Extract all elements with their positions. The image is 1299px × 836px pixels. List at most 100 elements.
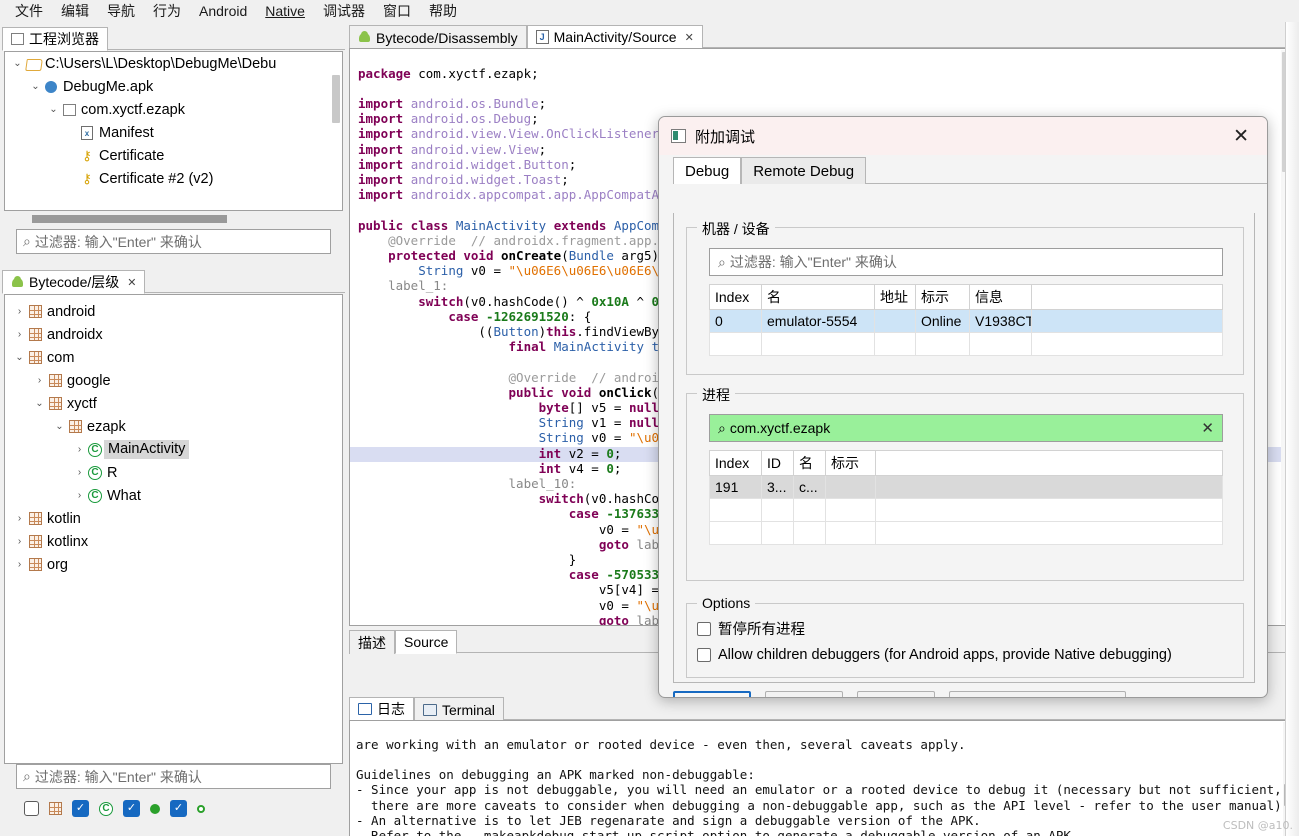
- filter-checkbox[interactable]: [24, 801, 39, 816]
- tab-project-explorer[interactable]: 工程浏览器: [2, 27, 108, 51]
- method-dot-icon[interactable]: [150, 803, 160, 814]
- column-header-info[interactable]: 信息: [969, 284, 1032, 310]
- twisty-icon[interactable]: ⌄: [33, 398, 46, 409]
- attach-button[interactable]: 附上: [673, 691, 751, 697]
- menu-item-file[interactable]: 文件: [6, 0, 52, 22]
- twisty-icon[interactable]: ›: [13, 559, 26, 570]
- twisty-icon[interactable]: ⌄: [47, 104, 60, 115]
- table-row[interactable]: 0 emulator-5554 Online V1938CT: [709, 309, 1223, 333]
- table-row[interactable]: [709, 521, 1223, 545]
- project-tree-vscrollbar[interactable]: [331, 53, 341, 209]
- help-button[interactable]: 帮助: [857, 691, 935, 697]
- column-header-index[interactable]: Index: [709, 284, 762, 310]
- menu-item-native[interactable]: Native: [256, 0, 314, 22]
- filter-toggle-fields[interactable]: ✓: [123, 800, 140, 817]
- tree-item-package[interactable]: ⌄ com.xyctf.ezapk: [5, 98, 342, 121]
- processes-table[interactable]: Index ID 名 标示 191 3... c...: [709, 450, 1223, 545]
- close-icon[interactable]: ✕: [1227, 125, 1255, 148]
- table-row[interactable]: [709, 332, 1223, 356]
- column-header-index[interactable]: Index: [709, 450, 762, 476]
- column-header-name[interactable]: 名: [761, 284, 875, 310]
- menu-item-window[interactable]: 窗口: [374, 0, 420, 22]
- table-row[interactable]: [709, 498, 1223, 522]
- twisty-icon[interactable]: ›: [13, 513, 26, 524]
- menu-item-help[interactable]: 帮助: [420, 0, 466, 22]
- twisty-icon[interactable]: ›: [73, 467, 86, 478]
- tab-debug[interactable]: Debug: [673, 157, 742, 184]
- hierarchy-filter-input[interactable]: ⌕ 过滤器: 输入"Enter" 来确认: [16, 764, 331, 789]
- machines-table[interactable]: Index 名 地址 标示 信息 0 emulator-5554 Online …: [709, 284, 1223, 356]
- checkbox[interactable]: [697, 621, 711, 636]
- machines-table-wrap[interactable]: Index 名 地址 标示 信息 0 emulator-5554 Online …: [709, 284, 1223, 356]
- process-filter-input[interactable]: ⌕ com.xyctf.ezapk ✕: [709, 414, 1223, 442]
- project-tree[interactable]: ⌄ C:\Users\L\Desktop\DebugMe\Debu ⌄ Debu…: [4, 51, 343, 211]
- menu-item-action[interactable]: 行为: [144, 0, 190, 22]
- menu-item-navigate[interactable]: 导航: [98, 0, 144, 22]
- tab-mainactivity-source[interactable]: J MainActivity/Source ✕: [526, 25, 703, 49]
- log-output[interactable]: are working with an emulator or rooted d…: [349, 720, 1295, 836]
- hierarchy-tree[interactable]: › android › androidx ⌄ com › google ⌄ xy…: [4, 294, 343, 764]
- tree-item-kotlinx[interactable]: › kotlinx: [5, 530, 342, 553]
- tree-item-r-class[interactable]: › C R: [5, 461, 342, 484]
- table-row[interactable]: 191 3... c...: [709, 475, 1223, 499]
- processes-table-wrap[interactable]: Index ID 名 标示 191 3... c...: [709, 450, 1223, 545]
- tab-bytecode-disassembly[interactable]: Bytecode/Disassembly: [349, 25, 527, 49]
- tree-item-androidx[interactable]: › androidx: [5, 323, 342, 346]
- twisty-icon[interactable]: ›: [13, 306, 26, 317]
- class-icon[interactable]: C: [99, 801, 113, 816]
- close-icon[interactable]: ✕: [685, 31, 694, 44]
- close-button[interactable]: 关闭: [765, 691, 843, 697]
- column-header-name[interactable]: 名: [793, 450, 826, 476]
- tree-item-what-class[interactable]: › C What: [5, 484, 342, 507]
- menu-item-debugger[interactable]: 调试器: [314, 0, 374, 22]
- twisty-icon[interactable]: ›: [13, 329, 26, 340]
- option-suspend-all-processes[interactable]: 暂停所有进程: [697, 618, 1233, 639]
- twisty-icon[interactable]: ›: [73, 490, 86, 501]
- filter-toggle-classes[interactable]: ✓: [72, 800, 89, 817]
- tree-item-google[interactable]: › google: [5, 369, 342, 392]
- column-header-id[interactable]: ID: [761, 450, 794, 476]
- twisty-icon[interactable]: ›: [73, 444, 86, 455]
- filter-toggle-methods[interactable]: ✓: [170, 800, 187, 817]
- checkbox[interactable]: [697, 648, 711, 662]
- tree-item-certificate-2[interactable]: ⚷ Certificate #2 (v2): [5, 167, 342, 190]
- column-header-status[interactable]: 标示: [825, 450, 876, 476]
- tab-terminal[interactable]: Terminal: [414, 697, 504, 721]
- tab-description[interactable]: 描述: [349, 630, 395, 654]
- twisty-icon[interactable]: ›: [13, 536, 26, 547]
- column-header-blank[interactable]: [1031, 284, 1223, 310]
- close-icon[interactable]: ✕: [127, 276, 136, 289]
- project-tree-hscrollbar[interactable]: [4, 214, 343, 225]
- column-header-address[interactable]: 地址: [874, 284, 916, 310]
- menu-item-edit[interactable]: 编辑: [52, 0, 98, 22]
- tree-item-project-root[interactable]: ⌄ C:\Users\L\Desktop\DebugMe\Debu: [5, 52, 342, 75]
- tab-remote-debug[interactable]: Remote Debug: [741, 157, 867, 184]
- tree-item-xyctf[interactable]: ⌄ xyctf: [5, 392, 342, 415]
- refresh-machines-list-button[interactable]: Refresh Machines List: [949, 691, 1127, 697]
- twisty-icon[interactable]: ⌄: [13, 352, 26, 363]
- menu-item-android[interactable]: Android: [190, 0, 256, 22]
- tree-item-org[interactable]: › org: [5, 553, 342, 576]
- project-filter-input[interactable]: ⌕ 过滤器: 输入"Enter" 来确认: [16, 229, 331, 254]
- tree-item-com[interactable]: ⌄ com: [5, 346, 342, 369]
- tree-item-ezapk[interactable]: ⌄ ezapk: [5, 415, 342, 438]
- tree-item-android[interactable]: › android: [5, 300, 342, 323]
- tree-item-apk[interactable]: ⌄ DebugMe.apk: [5, 75, 342, 98]
- tab-source[interactable]: Source: [395, 630, 458, 654]
- column-header-status[interactable]: 标示: [915, 284, 970, 310]
- tree-item-kotlin[interactable]: › kotlin: [5, 507, 342, 530]
- column-header-blank[interactable]: [875, 450, 1223, 476]
- option-allow-children-debuggers[interactable]: Allow children debuggers (for Android ap…: [697, 647, 1233, 663]
- field-dot-icon[interactable]: [197, 804, 205, 813]
- twisty-icon[interactable]: ›: [33, 375, 46, 386]
- tab-log[interactable]: 日志: [349, 697, 414, 721]
- source-code[interactable]: package com.xyctf.ezapk; import android.…: [358, 66, 674, 626]
- twisty-icon[interactable]: ⌄: [11, 58, 24, 69]
- twisty-icon[interactable]: ⌄: [29, 81, 42, 92]
- machines-filter-input[interactable]: ⌕ 过滤器: 输入"Enter" 来确认: [709, 248, 1223, 276]
- tree-item-manifest[interactable]: x Manifest: [5, 121, 342, 144]
- tree-item-certificate[interactable]: ⚷ Certificate: [5, 144, 342, 167]
- tab-bytecode-hierarchy[interactable]: Bytecode/层级 ✕: [2, 270, 146, 294]
- tree-item-mainactivity[interactable]: › C MainActivity: [5, 438, 342, 461]
- package-grid-icon[interactable]: [49, 802, 62, 815]
